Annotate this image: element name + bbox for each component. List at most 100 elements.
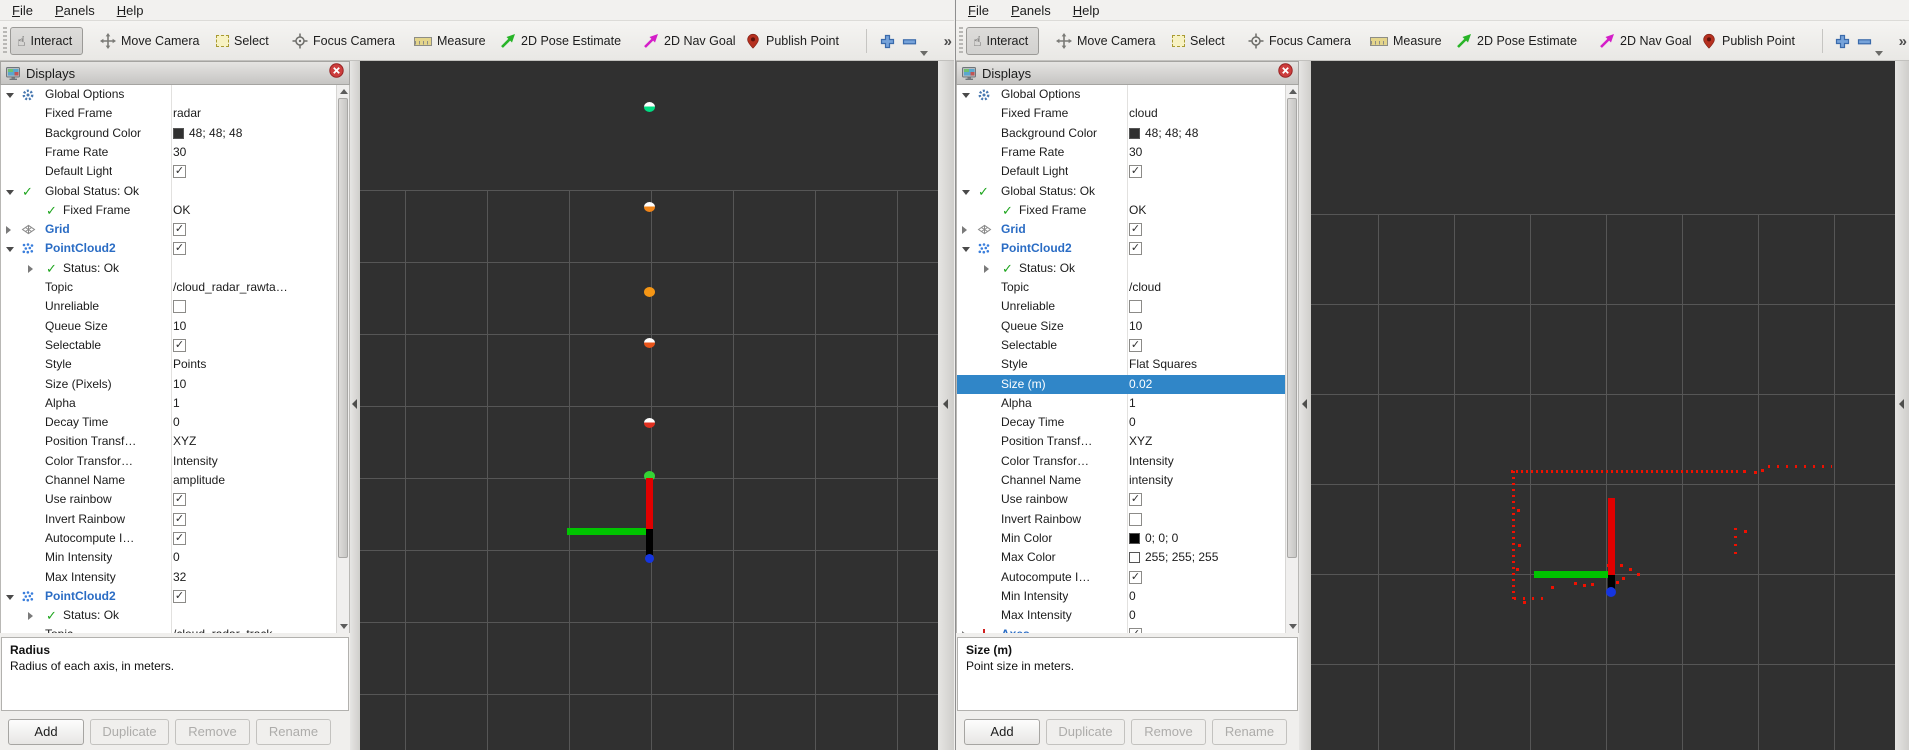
tree-row[interactable]: Grid✓: [1, 220, 336, 239]
expander-closed-icon[interactable]: [28, 612, 33, 620]
tree-row[interactable]: Size (m)0.02: [957, 375, 1285, 394]
scroll-up-icon[interactable]: [1289, 89, 1297, 94]
expander-open-icon[interactable]: [962, 190, 970, 195]
right-splitter[interactable]: [1895, 61, 1909, 750]
toolbar-overflow-button[interactable]: »: [944, 27, 950, 55]
property-value[interactable]: 0; 0; 0: [1145, 529, 1178, 548]
tree-row[interactable]: Min Color0; 0; 0: [957, 529, 1285, 548]
tree-row[interactable]: Position Transf…XYZ: [957, 432, 1285, 451]
tree-row[interactable]: StyleFlat Squares: [957, 355, 1285, 374]
tree-row[interactable]: Autocompute I…✓: [957, 568, 1285, 587]
property-checkbox[interactable]: ✓: [1129, 242, 1142, 255]
tree-row[interactable]: Invert Rainbow✓: [1, 510, 336, 529]
menu-panels[interactable]: Panels: [55, 3, 95, 18]
tree-row[interactable]: ✓Fixed FrameOK: [1, 201, 336, 220]
toolbar-dropdown-arrow[interactable]: [1875, 51, 1883, 56]
property-checkbox[interactable]: ✓: [173, 513, 186, 526]
property-value[interactable]: OK: [173, 201, 190, 220]
zoom-out-button[interactable]: [1857, 27, 1872, 55]
tree-row[interactable]: Topic/cloud: [957, 278, 1285, 297]
panel-splitter[interactable]: [1299, 61, 1311, 750]
expander-open-icon[interactable]: [6, 595, 14, 600]
tree-row[interactable]: Selectable✓: [957, 336, 1285, 355]
property-value[interactable]: amplitude: [173, 471, 225, 490]
tree-row[interactable]: PointCloud2✓: [1, 587, 336, 606]
tool-2d-nav-goal[interactable]: 2D Nav Goal: [643, 27, 736, 55]
property-value[interactable]: XYZ: [1129, 432, 1152, 451]
property-value[interactable]: 10: [173, 317, 186, 336]
property-checkbox[interactable]: ✓: [1129, 571, 1142, 584]
tree-row[interactable]: Autocompute I…✓: [1, 529, 336, 548]
scroll-up-icon[interactable]: [340, 89, 348, 94]
toolbar-grip[interactable]: [3, 27, 7, 54]
collapse-left-icon[interactable]: [1302, 399, 1307, 409]
tree-row[interactable]: Frame Rate30: [1, 143, 336, 162]
toolbar-dropdown-arrow[interactable]: [920, 51, 928, 56]
tree-scrollbar[interactable]: [1285, 85, 1298, 633]
tree-row[interactable]: Default Light✓: [1, 162, 336, 181]
panel-close-button[interactable]: [1278, 63, 1293, 83]
tree-row[interactable]: Unreliable: [957, 297, 1285, 316]
add-button[interactable]: Add: [8, 719, 84, 745]
property-value[interactable]: /cloud_radar_track: [173, 625, 272, 633]
property-value[interactable]: 10: [1129, 317, 1142, 336]
property-value[interactable]: 0: [1129, 413, 1136, 432]
tree-scrollbar[interactable]: [336, 85, 349, 633]
expander-open-icon[interactable]: [6, 247, 14, 252]
tree-row[interactable]: Unreliable: [1, 297, 336, 316]
property-checkbox[interactable]: [1129, 300, 1142, 313]
tree-row[interactable]: Max Intensity32: [1, 568, 336, 587]
menu-help[interactable]: Help: [117, 3, 144, 18]
render-viewport[interactable]: [360, 61, 938, 750]
tree-row[interactable]: ✓Fixed FrameOK: [957, 201, 1285, 220]
property-checkbox[interactable]: ✓: [1129, 493, 1142, 506]
tree-row[interactable]: Size (Pixels)10: [1, 375, 336, 394]
tree-row[interactable]: Position Transf…XYZ: [1, 432, 336, 451]
tree-row[interactable]: PointCloud2✓: [957, 239, 1285, 258]
panel-close-button[interactable]: [329, 63, 344, 83]
property-value[interactable]: Points: [173, 355, 206, 374]
tree-row[interactable]: Default Light✓: [957, 162, 1285, 181]
expander-closed-icon[interactable]: [984, 265, 989, 273]
tree-row[interactable]: Selectable✓: [1, 336, 336, 355]
tool-measure[interactable]: Measure: [414, 27, 486, 55]
tool-publish-point[interactable]: Publish Point: [745, 27, 839, 55]
property-value[interactable]: radar: [173, 104, 201, 123]
property-value[interactable]: 30: [173, 143, 186, 162]
tree-row[interactable]: Frame Rate30: [957, 143, 1285, 162]
property-checkbox[interactable]: ✓: [173, 590, 186, 603]
tree-row[interactable]: Color Transfor…Intensity: [957, 452, 1285, 471]
toolbar-overflow-button[interactable]: »: [1899, 27, 1905, 55]
color-swatch[interactable]: [1129, 128, 1140, 139]
property-value[interactable]: 0: [173, 413, 180, 432]
property-value[interactable]: 10: [173, 375, 186, 394]
tree-row[interactable]: ✓Status: Ok: [1, 259, 336, 278]
tree-row[interactable]: Channel Nameintensity: [957, 471, 1285, 490]
expander-closed-icon[interactable]: [962, 226, 967, 234]
property-checkbox[interactable]: [1129, 513, 1142, 526]
property-checkbox[interactable]: ✓: [173, 165, 186, 178]
property-checkbox[interactable]: ✓: [173, 493, 186, 506]
tool-focus-camera[interactable]: Focus Camera: [292, 27, 395, 55]
property-value[interactable]: intensity: [1129, 471, 1173, 490]
tree-row[interactable]: Use rainbow✓: [1, 490, 336, 509]
expander-closed-icon[interactable]: [962, 631, 967, 633]
tree-row[interactable]: Queue Size10: [1, 317, 336, 336]
scrollbar-thumb[interactable]: [1287, 98, 1297, 558]
collapse-left-icon[interactable]: [943, 399, 948, 409]
menu-file[interactable]: File: [12, 3, 33, 18]
tool-interact[interactable]: ☝Interact: [10, 27, 83, 55]
property-value[interactable]: /cloud: [1129, 278, 1161, 297]
zoom-in-button[interactable]: [880, 27, 895, 55]
color-swatch[interactable]: [1129, 552, 1140, 563]
tree-row[interactable]: Grid✓: [957, 220, 1285, 239]
add-button[interactable]: Add: [964, 719, 1040, 745]
property-checkbox[interactable]: ✓: [1129, 339, 1142, 352]
tool-move-camera[interactable]: Move Camera: [100, 27, 200, 55]
property-value[interactable]: 255; 255; 255: [1145, 548, 1218, 567]
tree-row[interactable]: StylePoints: [1, 355, 336, 374]
tool-move-camera[interactable]: Move Camera: [1056, 27, 1156, 55]
expander-open-icon[interactable]: [6, 190, 14, 195]
expander-open-icon[interactable]: [962, 247, 970, 252]
tool-select[interactable]: Select: [1172, 27, 1225, 55]
